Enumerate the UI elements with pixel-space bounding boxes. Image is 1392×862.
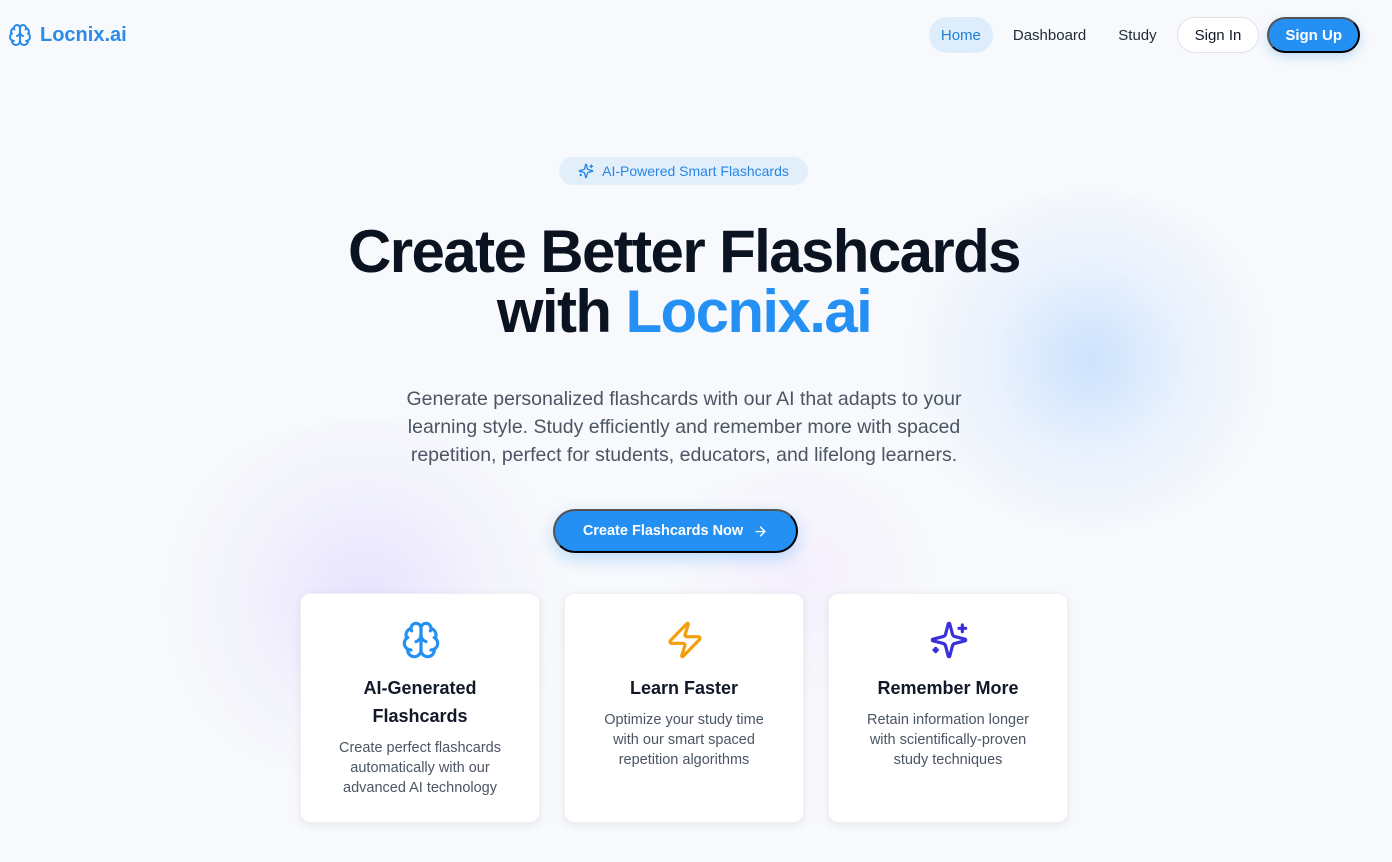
feature-card-remember-more: Remember More Retain information longer … [828, 593, 1068, 823]
nav-home-link[interactable]: Home [928, 17, 993, 53]
nav-dashboard-link[interactable]: Dashboard [1001, 17, 1098, 53]
create-flashcards-label: Create Flashcards Now [582, 523, 744, 539]
arrow-right-icon [753, 524, 768, 539]
feature-card-ai-generated: AI-Generated Flashcards Create perfect f… [300, 593, 540, 823]
brand-logo-link[interactable]: Locnix.ai [8, 22, 127, 48]
sign-in-button[interactable]: Sign In [1176, 17, 1260, 53]
feature-title: Learn Faster [629, 678, 739, 698]
sign-up-button[interactable]: Sign Up [1267, 17, 1360, 53]
feature-card-learn-faster: Learn Faster Optimize your study time wi… [564, 593, 804, 823]
feature-description: Create perfect flashcards automatically … [339, 740, 501, 796]
sparkles-icon [578, 163, 594, 179]
create-flashcards-button[interactable]: Create Flashcards Now [553, 509, 798, 553]
feature-title: Remember More [877, 678, 1019, 698]
hero-title-accent: Locnix.ai [625, 278, 872, 345]
sparkles-icon [929, 620, 969, 660]
top-nav: Home Dashboard Study Sign In Sign Up [928, 17, 1360, 53]
feature-description: Retain information longer with scientifi… [866, 712, 1029, 768]
brain-icon [8, 23, 32, 47]
feature-title: AI-Generated Flashcards [363, 678, 477, 726]
hero-badge-label: AI-Powered Smart Flashcards [602, 163, 789, 179]
hero-subtitle: Generate personalized flashcards with ou… [406, 388, 962, 466]
lightning-icon [665, 620, 705, 660]
hero-badge: AI-Powered Smart Flashcards [559, 157, 808, 185]
feature-description: Optimize your study time with our smart … [604, 712, 764, 768]
brain-icon [401, 620, 441, 660]
hero-title: Create Better Flashcards with Locnix.ai [0, 222, 1368, 342]
brand-name: Locnix.ai [40, 23, 127, 46]
hero-title-prefix: with [496, 278, 626, 345]
nav-study-link[interactable]: Study [1106, 17, 1168, 53]
hero-title-line1: Create Better Flashcards [348, 218, 1022, 285]
